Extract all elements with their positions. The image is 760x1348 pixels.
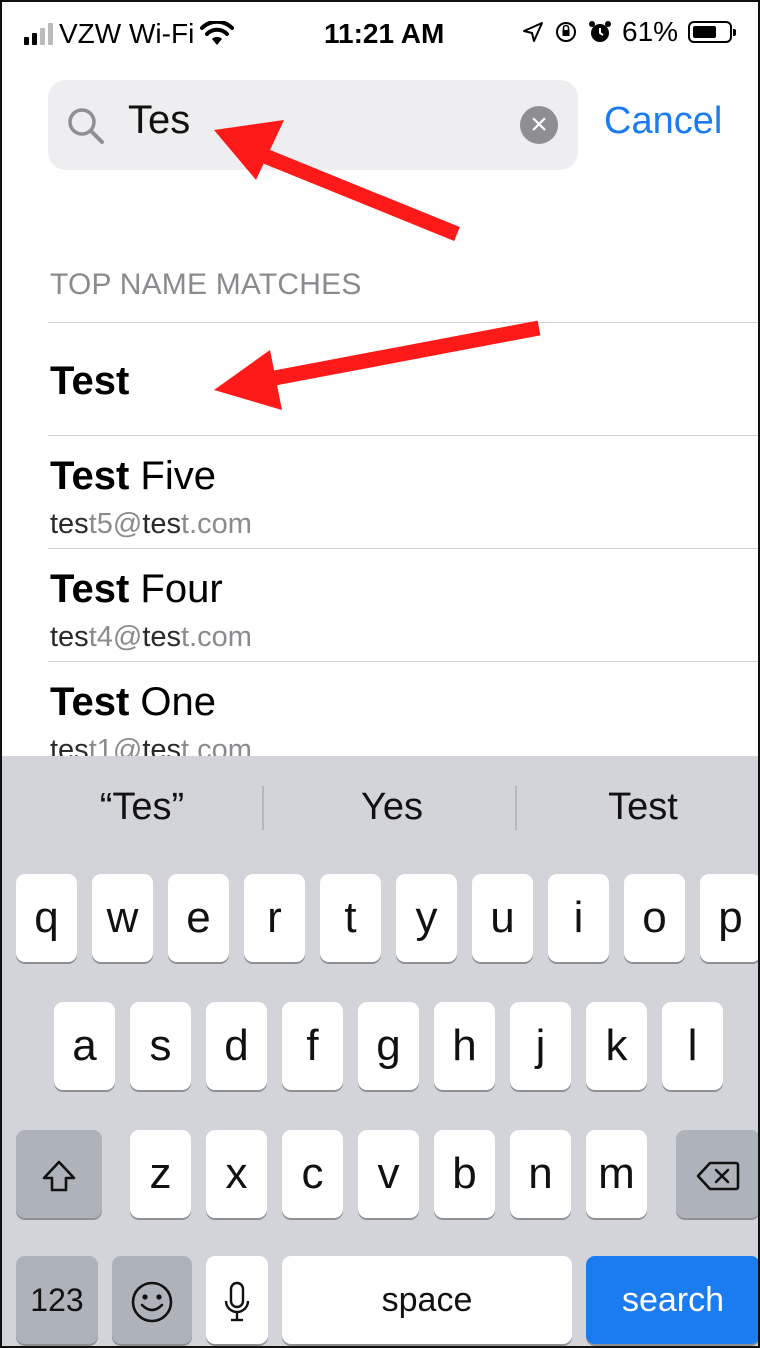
battery-percent: 61%: [622, 16, 679, 47]
contact-name: Test: [50, 359, 130, 403]
key-b[interactable]: b: [434, 1130, 495, 1218]
key-q[interactable]: q: [16, 874, 77, 962]
backspace-key[interactable]: [676, 1130, 758, 1218]
contact-name: Test Four: [50, 567, 223, 611]
key-v[interactable]: v: [358, 1130, 419, 1218]
key-p[interactable]: p: [700, 874, 758, 962]
shift-key[interactable]: [16, 1130, 102, 1218]
key-w[interactable]: w: [92, 874, 153, 962]
predictive-bar: “Tes” Yes Test: [2, 756, 758, 864]
status-bar: VZW Wi-Fi 11:21 AM 61%: [2, 2, 758, 72]
dictation-key[interactable]: [206, 1256, 268, 1344]
key-k[interactable]: k: [586, 1002, 647, 1090]
cancel-button[interactable]: Cancel: [604, 100, 722, 143]
wifi-icon: [200, 21, 235, 45]
section-header: TOP NAME MATCHES: [50, 268, 362, 301]
carrier-label: VZW Wi-Fi: [59, 18, 195, 49]
battery-icon: [688, 21, 737, 43]
location-icon: [523, 22, 543, 42]
key-e[interactable]: e: [168, 874, 229, 962]
key-o[interactable]: o: [624, 874, 685, 962]
key-y[interactable]: y: [396, 874, 457, 962]
keyboard: “Tes” Yes Test q w e r t y u i o p a s d…: [2, 756, 758, 1346]
numbers-key[interactable]: 123: [16, 1256, 98, 1344]
search-key[interactable]: search: [586, 1256, 758, 1344]
key-r[interactable]: r: [244, 874, 305, 962]
key-h[interactable]: h: [434, 1002, 495, 1090]
rotation-lock-icon: [556, 22, 576, 42]
clear-text-button[interactable]: ×: [520, 106, 558, 144]
key-l[interactable]: l: [662, 1002, 723, 1090]
key-z[interactable]: z: [130, 1130, 191, 1218]
space-key[interactable]: space: [282, 1256, 572, 1344]
alarm-icon: [589, 21, 611, 42]
key-s[interactable]: s: [130, 1002, 191, 1090]
contact-name: Test Five: [50, 454, 216, 498]
divider: [515, 786, 517, 830]
key-f[interactable]: f: [282, 1002, 343, 1090]
search-icon: [68, 108, 104, 144]
key-m[interactable]: m: [586, 1130, 647, 1218]
contact-email: test4@test.com: [50, 621, 252, 653]
prediction-item[interactable]: Yes: [292, 786, 492, 829]
emoji-icon: [131, 1282, 173, 1323]
backspace-icon: [696, 1162, 740, 1191]
key-g[interactable]: g: [358, 1002, 419, 1090]
key-n[interactable]: n: [510, 1130, 571, 1218]
clock: 11:21 AM: [324, 18, 445, 49]
status-right: 61%: [522, 16, 737, 48]
prediction-item[interactable]: Test: [543, 786, 743, 829]
results-list: Test Test Five test5@test.com Test Four …: [48, 322, 758, 774]
search-input[interactable]: Tes: [128, 98, 190, 143]
list-item[interactable]: Test Five test5@test.com: [48, 435, 758, 548]
carrier-info: VZW Wi-Fi: [24, 18, 235, 50]
shift-icon: [42, 1161, 76, 1192]
key-d[interactable]: d: [206, 1002, 267, 1090]
key-j[interactable]: j: [510, 1002, 571, 1090]
key-i[interactable]: i: [548, 874, 609, 962]
contact-email: test5@test.com: [50, 508, 252, 540]
key-t[interactable]: t: [320, 874, 381, 962]
contact-name: Test One: [50, 680, 216, 724]
key-c[interactable]: c: [282, 1130, 343, 1218]
emoji-key[interactable]: [112, 1256, 192, 1344]
screen: VZW Wi-Fi 11:21 AM 61% Tes × Cancel TOP …: [0, 0, 760, 1348]
prediction-item[interactable]: “Tes”: [42, 786, 242, 829]
key-u[interactable]: u: [472, 874, 533, 962]
key-a[interactable]: a: [54, 1002, 115, 1090]
divider: [262, 786, 264, 830]
signal-icon: [24, 23, 53, 45]
close-icon: ×: [530, 108, 548, 141]
search-field[interactable]: Tes ×: [48, 80, 578, 170]
key-x[interactable]: x: [206, 1130, 267, 1218]
list-item[interactable]: Test Four test4@test.com: [48, 548, 758, 661]
list-item[interactable]: Test: [48, 322, 758, 435]
microphone-icon: [224, 1282, 250, 1322]
